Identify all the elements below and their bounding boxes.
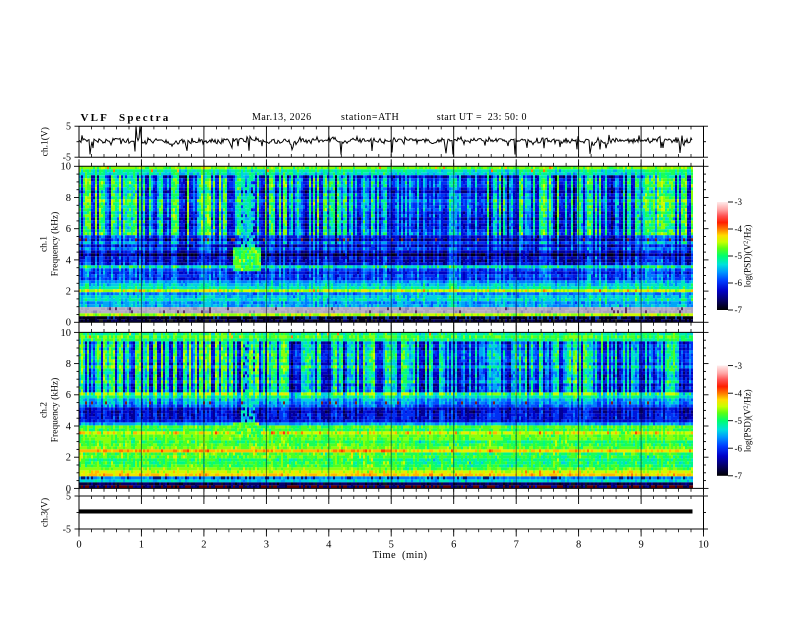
svg-text:ch.2: ch.2: [40, 402, 50, 418]
svg-text:-4: -4: [735, 224, 743, 234]
svg-text:8: 8: [576, 540, 581, 551]
svg-text:6: 6: [66, 224, 71, 235]
svg-text:5: 5: [389, 540, 394, 551]
svg-text:-3: -3: [735, 361, 743, 371]
svg-text:-5: -5: [735, 416, 743, 426]
svg-text:2: 2: [201, 540, 206, 551]
svg-text:2: 2: [66, 453, 71, 464]
svg-text:4: 4: [326, 540, 332, 551]
svg-text:ch.1(V): ch.1(V): [40, 127, 51, 156]
svg-text:9: 9: [638, 540, 643, 551]
svg-text:8: 8: [66, 193, 71, 204]
svg-text:Time (min): Time (min): [373, 550, 428, 561]
svg-text:station=ATH: station=ATH: [341, 112, 399, 123]
svg-text:2: 2: [66, 287, 71, 298]
svg-text:VLF Spectra: VLF Spectra: [81, 112, 171, 124]
svg-text:start UT = 23: 50: 0: start UT = 23: 50: 0: [437, 112, 527, 123]
svg-text:10: 10: [698, 540, 709, 551]
svg-text:0: 0: [66, 484, 71, 495]
svg-text:Frequency (kHz): Frequency (kHz): [50, 378, 61, 443]
svg-text:ch.1: ch.1: [40, 236, 50, 252]
svg-text:4: 4: [66, 421, 72, 432]
svg-text:-6: -6: [735, 278, 743, 288]
svg-text:-5: -5: [63, 524, 71, 535]
svg-text:-6: -6: [735, 443, 743, 453]
svg-text:Frequency (kHz): Frequency (kHz): [50, 212, 61, 277]
svg-text:3: 3: [264, 540, 269, 551]
svg-text:-3: -3: [735, 197, 743, 207]
svg-text:0: 0: [76, 540, 81, 551]
svg-text:log(PSD)(V2/Hz): log(PSD)(V2/Hz): [743, 225, 753, 288]
svg-text:6: 6: [451, 540, 456, 551]
svg-text:5: 5: [66, 122, 71, 133]
svg-text:4: 4: [66, 255, 72, 266]
svg-text:log(PSD)(V2/Hz): log(PSD)(V2/Hz): [743, 389, 753, 452]
svg-text:-7: -7: [735, 471, 743, 481]
svg-text:8: 8: [66, 359, 71, 370]
svg-text:-4: -4: [735, 388, 743, 398]
svg-text:7: 7: [514, 540, 519, 551]
svg-text:-7: -7: [735, 305, 743, 315]
svg-text:ch.3(V): ch.3(V): [40, 498, 51, 527]
svg-text:10: 10: [61, 162, 72, 173]
svg-text:10: 10: [61, 328, 72, 339]
svg-text:Mar.13, 2026: Mar.13, 2026: [252, 112, 312, 123]
svg-text:1: 1: [139, 540, 144, 551]
svg-text:6: 6: [66, 390, 71, 401]
svg-text:-5: -5: [735, 251, 743, 261]
